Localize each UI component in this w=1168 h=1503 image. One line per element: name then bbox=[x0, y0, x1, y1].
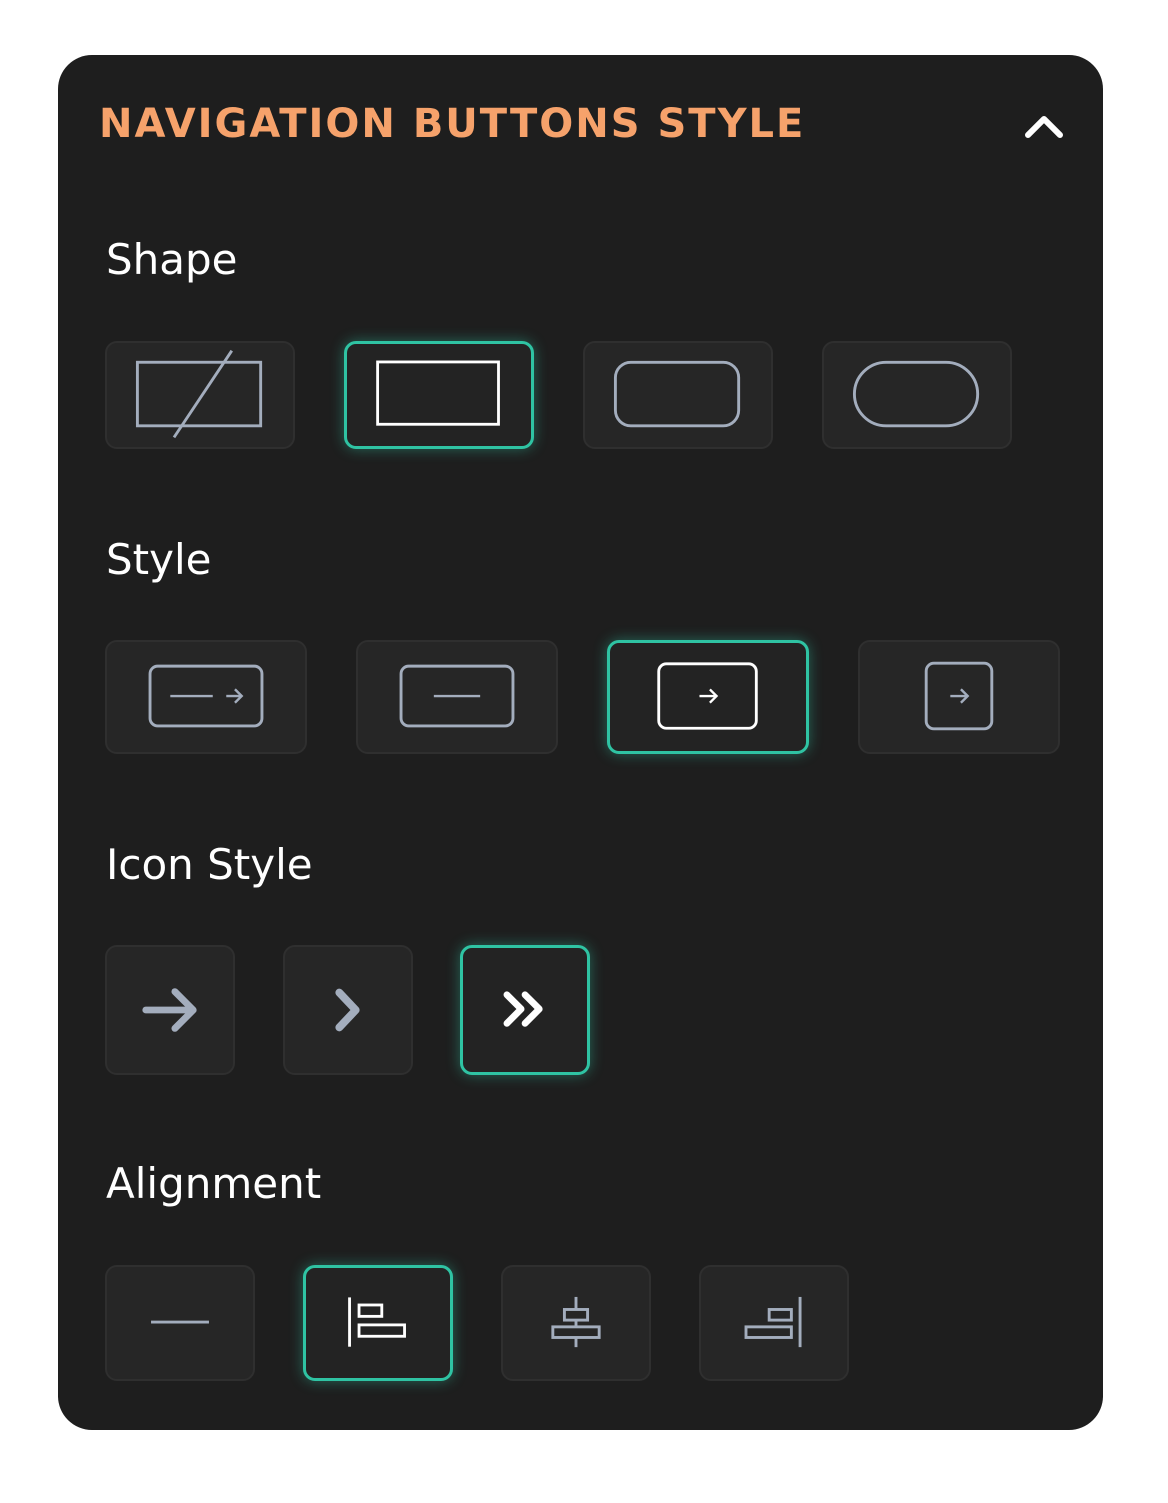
panel-title: NAVIGATION BUTTONS STYLE bbox=[99, 101, 806, 147]
align-none-icon bbox=[151, 1320, 209, 1324]
shape-label: Shape bbox=[106, 235, 238, 284]
style-label: Style bbox=[106, 535, 212, 584]
align-center-icon bbox=[551, 1296, 601, 1348]
arrow-right-icon bbox=[142, 988, 197, 1032]
alignment-label: Alignment bbox=[106, 1159, 322, 1208]
alignment-option-right[interactable] bbox=[699, 1265, 849, 1381]
navigation-buttons-style-panel: NAVIGATION BUTTONS STYLE Shape Style Ico… bbox=[58, 55, 1103, 1430]
icon-style-option-double-chevron[interactable] bbox=[460, 945, 590, 1075]
icon-style-option-arrow[interactable] bbox=[105, 945, 235, 1075]
style-text-and-icon-icon bbox=[148, 664, 264, 728]
style-option-text-and-icon[interactable] bbox=[105, 640, 307, 754]
align-left-icon bbox=[348, 1297, 406, 1347]
shape-rounded-icon bbox=[613, 360, 741, 428]
shape-option-pill[interactable] bbox=[822, 341, 1012, 449]
shape-option-rounded[interactable] bbox=[583, 341, 773, 449]
shape-option-square[interactable] bbox=[344, 341, 534, 449]
icon-style-option-chevron[interactable] bbox=[283, 945, 413, 1075]
icon-style-label: Icon Style bbox=[106, 840, 313, 889]
style-icon-box-icon bbox=[657, 662, 758, 730]
alignment-option-left[interactable] bbox=[303, 1265, 453, 1381]
alignment-option-center[interactable] bbox=[501, 1265, 651, 1381]
shape-option-none[interactable] bbox=[105, 341, 295, 449]
double-chevron-right-icon bbox=[503, 991, 543, 1027]
shape-pill-icon bbox=[852, 360, 980, 428]
style-text-only-icon bbox=[399, 664, 515, 728]
chevron-up-icon bbox=[1025, 116, 1063, 138]
shape-square-icon bbox=[376, 360, 500, 426]
style-option-icon-only[interactable] bbox=[858, 640, 1060, 754]
align-right-icon bbox=[744, 1296, 802, 1348]
chevron-right-icon bbox=[335, 988, 360, 1032]
collapse-button[interactable] bbox=[1020, 105, 1068, 145]
style-icon-only-icon bbox=[924, 661, 994, 731]
style-option-icon-box[interactable] bbox=[607, 640, 809, 754]
alignment-option-none[interactable] bbox=[105, 1265, 255, 1381]
shape-none-icon bbox=[135, 349, 263, 439]
style-option-text-only[interactable] bbox=[356, 640, 558, 754]
